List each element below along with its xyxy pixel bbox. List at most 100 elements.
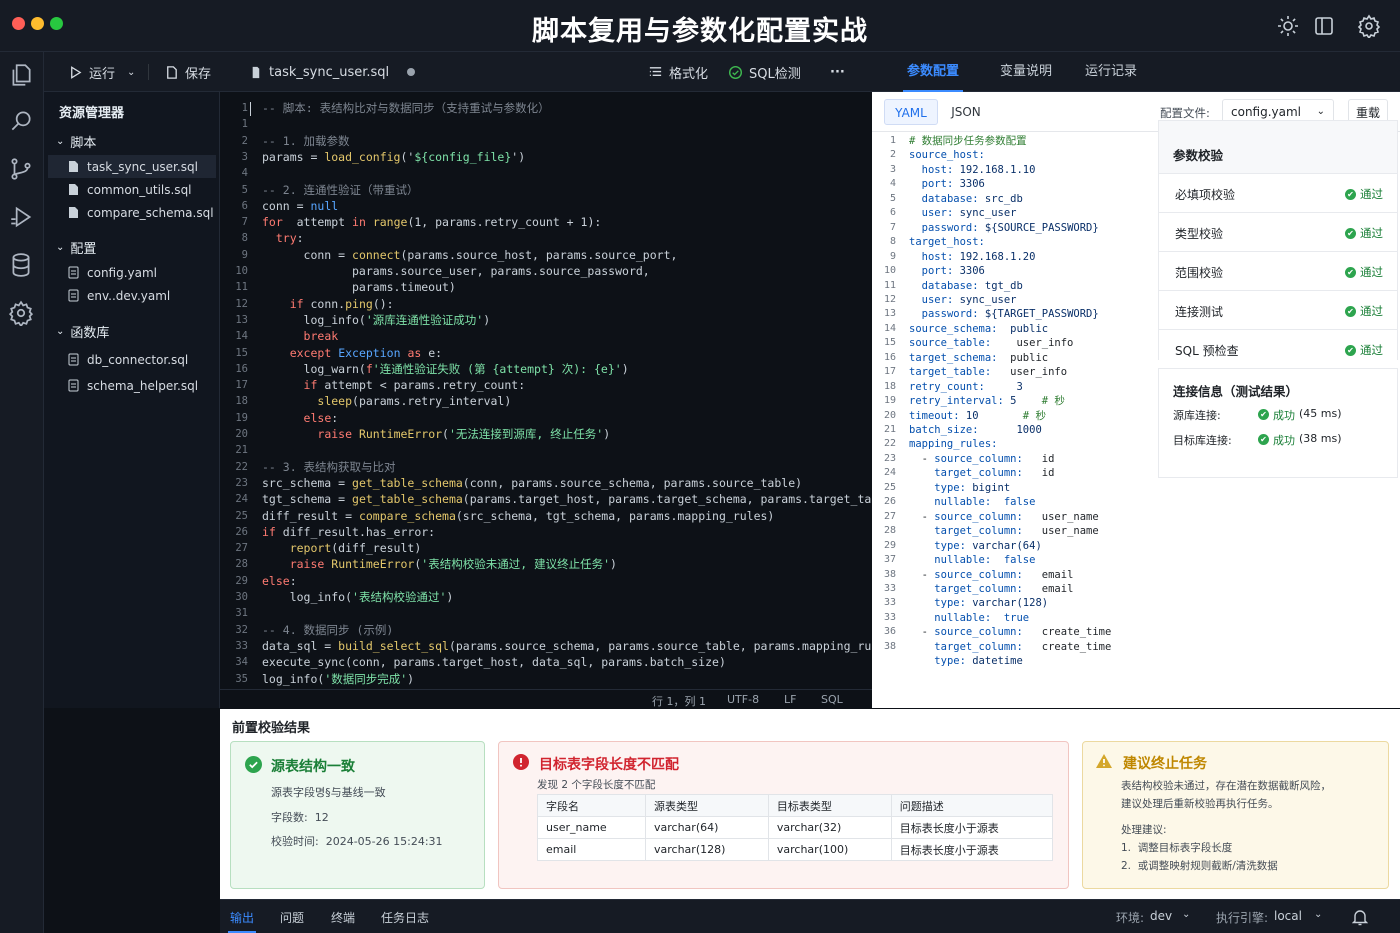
yaml-line[interactable]: 8 target_host:: [872, 235, 1152, 249]
yaml-line[interactable]: 16 target_schema: public: [872, 351, 1152, 365]
tab-task-log[interactable]: 任务日志: [381, 909, 429, 926]
yaml-line[interactable]: 15 source_table: user_info: [872, 336, 1152, 350]
yaml-line[interactable]: 25 type: bigint: [872, 481, 1152, 495]
run-debug-icon[interactable]: [8, 204, 34, 230]
encoding-indicator[interactable]: UTF-8: [727, 693, 759, 706]
code-line[interactable]: 34 execute_sync(conn, params.target_host,…: [220, 654, 872, 670]
yaml-line[interactable]: 33 type: varchar(128): [872, 596, 1152, 610]
cursor-position[interactable]: 行 1，列 1: [652, 693, 706, 709]
sidebar-item-schema-helper[interactable]: schema_helper.sql: [48, 374, 216, 397]
code-editor[interactable]: 1 -- 脚本: 表结构比对与数据同步（支持重试与参数化） 1 2 -- 1. 加载参数…: [220, 92, 872, 689]
tab-variable-docs[interactable]: 变量说明: [1000, 52, 1052, 92]
code-line[interactable]: 28 raise RuntimeError('表结构校验未通过, 建议终止任务'…: [220, 556, 872, 572]
code-line[interactable]: 27 report(diff_result): [220, 540, 872, 556]
group-function-lib[interactable]: ⌄ 函数库: [56, 322, 109, 341]
yaml-line[interactable]: 4 port: 3306: [872, 177, 1152, 191]
code-line[interactable]: 29 else:: [220, 573, 872, 589]
chevron-down-icon[interactable]: ⌄: [1314, 909, 1322, 920]
code-line[interactable]: 16 log_warn(f'连通性验证失败 (第 {attempt} 次): {…: [220, 361, 872, 377]
settings-icon[interactable]: [8, 300, 34, 326]
file-tab-task-sync-user[interactable]: task_sync_user.sql: [248, 52, 416, 92]
code-line[interactable]: 33 data_sql = build_select_sql(params.sou…: [220, 638, 872, 654]
tab-output[interactable]: 输出: [227, 909, 257, 933]
code-line[interactable]: 6 conn = null: [220, 198, 872, 214]
sidebar-item-db-connector[interactable]: db_connector.sql: [48, 348, 216, 371]
env-select[interactable]: dev: [1150, 909, 1172, 923]
yaml-line[interactable]: 21 batch_size: 1000: [872, 423, 1152, 437]
code-line[interactable]: 25 diff_result = compare_schema(src_schem…: [220, 508, 872, 524]
yaml-line[interactable]: 5 database: src_db: [872, 192, 1152, 206]
yaml-line[interactable]: 17 target_table: user_info: [872, 365, 1152, 379]
yaml-line[interactable]: 28 target_column: user_name: [872, 524, 1152, 538]
code-line[interactable]: 30 log_info('表结构校验通过'): [220, 589, 872, 605]
yaml-line[interactable]: 14 source_schema: public: [872, 322, 1152, 336]
yaml-line[interactable]: 7 password: ${SOURCE_PASSWORD}: [872, 221, 1152, 235]
code-line[interactable]: 4: [220, 165, 872, 181]
language-indicator[interactable]: SQL: [821, 693, 843, 706]
sql-check-button[interactable]: SQL检测: [728, 52, 801, 92]
code-line[interactable]: 18 sleep(params.retry_interval): [220, 393, 872, 409]
sidebar-item-common-utils[interactable]: common_utils.sql: [48, 178, 216, 201]
files-icon[interactable]: [8, 62, 34, 88]
yaml-line[interactable]: 24 target_column: id: [872, 466, 1152, 480]
code-line[interactable]: 20 raise RuntimeError('无法连接到源库, 终止任务'): [220, 426, 872, 442]
code-line[interactable]: 15 except Exception as e:: [220, 345, 872, 361]
yaml-line[interactable]: 18 retry_count: 3: [872, 380, 1152, 394]
code-line[interactable]: 3 params = load_config('${config_file}'): [220, 149, 872, 165]
mode-yaml-button[interactable]: YAML: [884, 99, 938, 125]
code-line[interactable]: 14 break: [220, 328, 872, 344]
yaml-line[interactable]: 26 nullable: false: [872, 495, 1152, 509]
yaml-line[interactable]: 38 target_column: create_time: [872, 640, 1152, 654]
yaml-line[interactable]: 11 database: tgt_db: [872, 279, 1152, 293]
engine-select[interactable]: local: [1274, 909, 1302, 923]
tab-problems[interactable]: 问题: [280, 909, 304, 926]
yaml-line[interactable]: 19 retry_interval: 5 # 秒: [872, 394, 1152, 408]
settings-gear-icon[interactable]: [1357, 14, 1381, 38]
code-line[interactable]: 2 -- 1. 加载参数: [220, 133, 872, 149]
code-line[interactable]: 26 if diff_result.has_error:: [220, 524, 872, 540]
code-line[interactable]: 24 tgt_schema = get_table_schema(params.t…: [220, 491, 872, 507]
code-line[interactable]: 9 conn = connect(params.source_host, par…: [220, 247, 872, 263]
group-config[interactable]: ⌄ 配置: [56, 238, 96, 257]
tab-params-config[interactable]: 参数配置: [902, 52, 964, 92]
sidebar-item-task-sync-user[interactable]: task_sync_user.sql: [48, 155, 216, 178]
mode-json-button[interactable]: JSON: [940, 99, 992, 125]
unsaved-dot-icon[interactable]: [407, 68, 416, 76]
yaml-line[interactable]: 9 host: 192.168.1.20: [872, 250, 1152, 264]
code-line[interactable]: 21: [220, 442, 872, 458]
yaml-line[interactable]: type: datetime: [872, 654, 1152, 668]
save-button[interactable]: 保存: [164, 52, 211, 92]
yaml-line[interactable]: 33 target_column: email: [872, 582, 1152, 596]
yaml-line[interactable]: 29 type: varchar(64): [872, 539, 1152, 553]
tab-run-history[interactable]: 运行记录: [1085, 52, 1137, 92]
yaml-line[interactable]: 23 - source_column: id: [872, 452, 1152, 466]
yaml-line[interactable]: 6 user: sync_user: [872, 206, 1152, 220]
yaml-line[interactable]: 3 host: 192.168.1.10: [872, 163, 1152, 177]
code-line[interactable]: 11 params.timeout): [220, 279, 872, 295]
eol-indicator[interactable]: LF: [784, 693, 796, 706]
code-line[interactable]: 8 try:: [220, 230, 872, 246]
yaml-line[interactable]: 2 source_host:: [872, 148, 1152, 162]
code-line[interactable]: 1 -- 脚本: 表结构比对与数据同步（支持重试与参数化）: [220, 100, 872, 116]
code-line[interactable]: 12 if conn.ping():: [220, 296, 872, 312]
yaml-line[interactable]: 36 - source_column: create_time: [872, 625, 1152, 639]
code-line[interactable]: 13 log_info('源库连通性验证成功'): [220, 312, 872, 328]
code-line[interactable]: 1: [220, 116, 872, 132]
code-line[interactable]: 17 if attempt < params.retry_count:: [220, 377, 872, 393]
yaml-line[interactable]: 20 timeout: 10 # 秒: [872, 409, 1152, 423]
sidebar-item-config-yaml[interactable]: config.yaml: [48, 261, 216, 284]
run-button[interactable]: 运行 ⌄: [68, 52, 135, 92]
group-scripts[interactable]: ⌄ 脚本: [56, 132, 96, 151]
yaml-line[interactable]: 10 port: 3306: [872, 264, 1152, 278]
yaml-line[interactable]: 33 nullable: true: [872, 611, 1152, 625]
code-line[interactable]: 23 src_schema = get_table_schema(conn, pa…: [220, 475, 872, 491]
notification-bell-icon[interactable]: [1352, 908, 1368, 926]
sidebar-item-env-dev-yaml[interactable]: env..dev.yaml: [48, 284, 216, 307]
search-icon[interactable]: [8, 108, 34, 134]
tab-terminal[interactable]: 终端: [331, 909, 355, 926]
code-line[interactable]: 10 params.source_user, params.source_pas…: [220, 263, 872, 279]
code-line[interactable]: 35 log_info('数据同步完成'): [220, 671, 872, 687]
more-button[interactable]: ···: [830, 52, 845, 92]
code-line[interactable]: 32 -- 4. 数据同步 (示例): [220, 622, 872, 638]
yaml-line[interactable]: 13 password: ${TARGET_PASSWORD}: [872, 307, 1152, 321]
